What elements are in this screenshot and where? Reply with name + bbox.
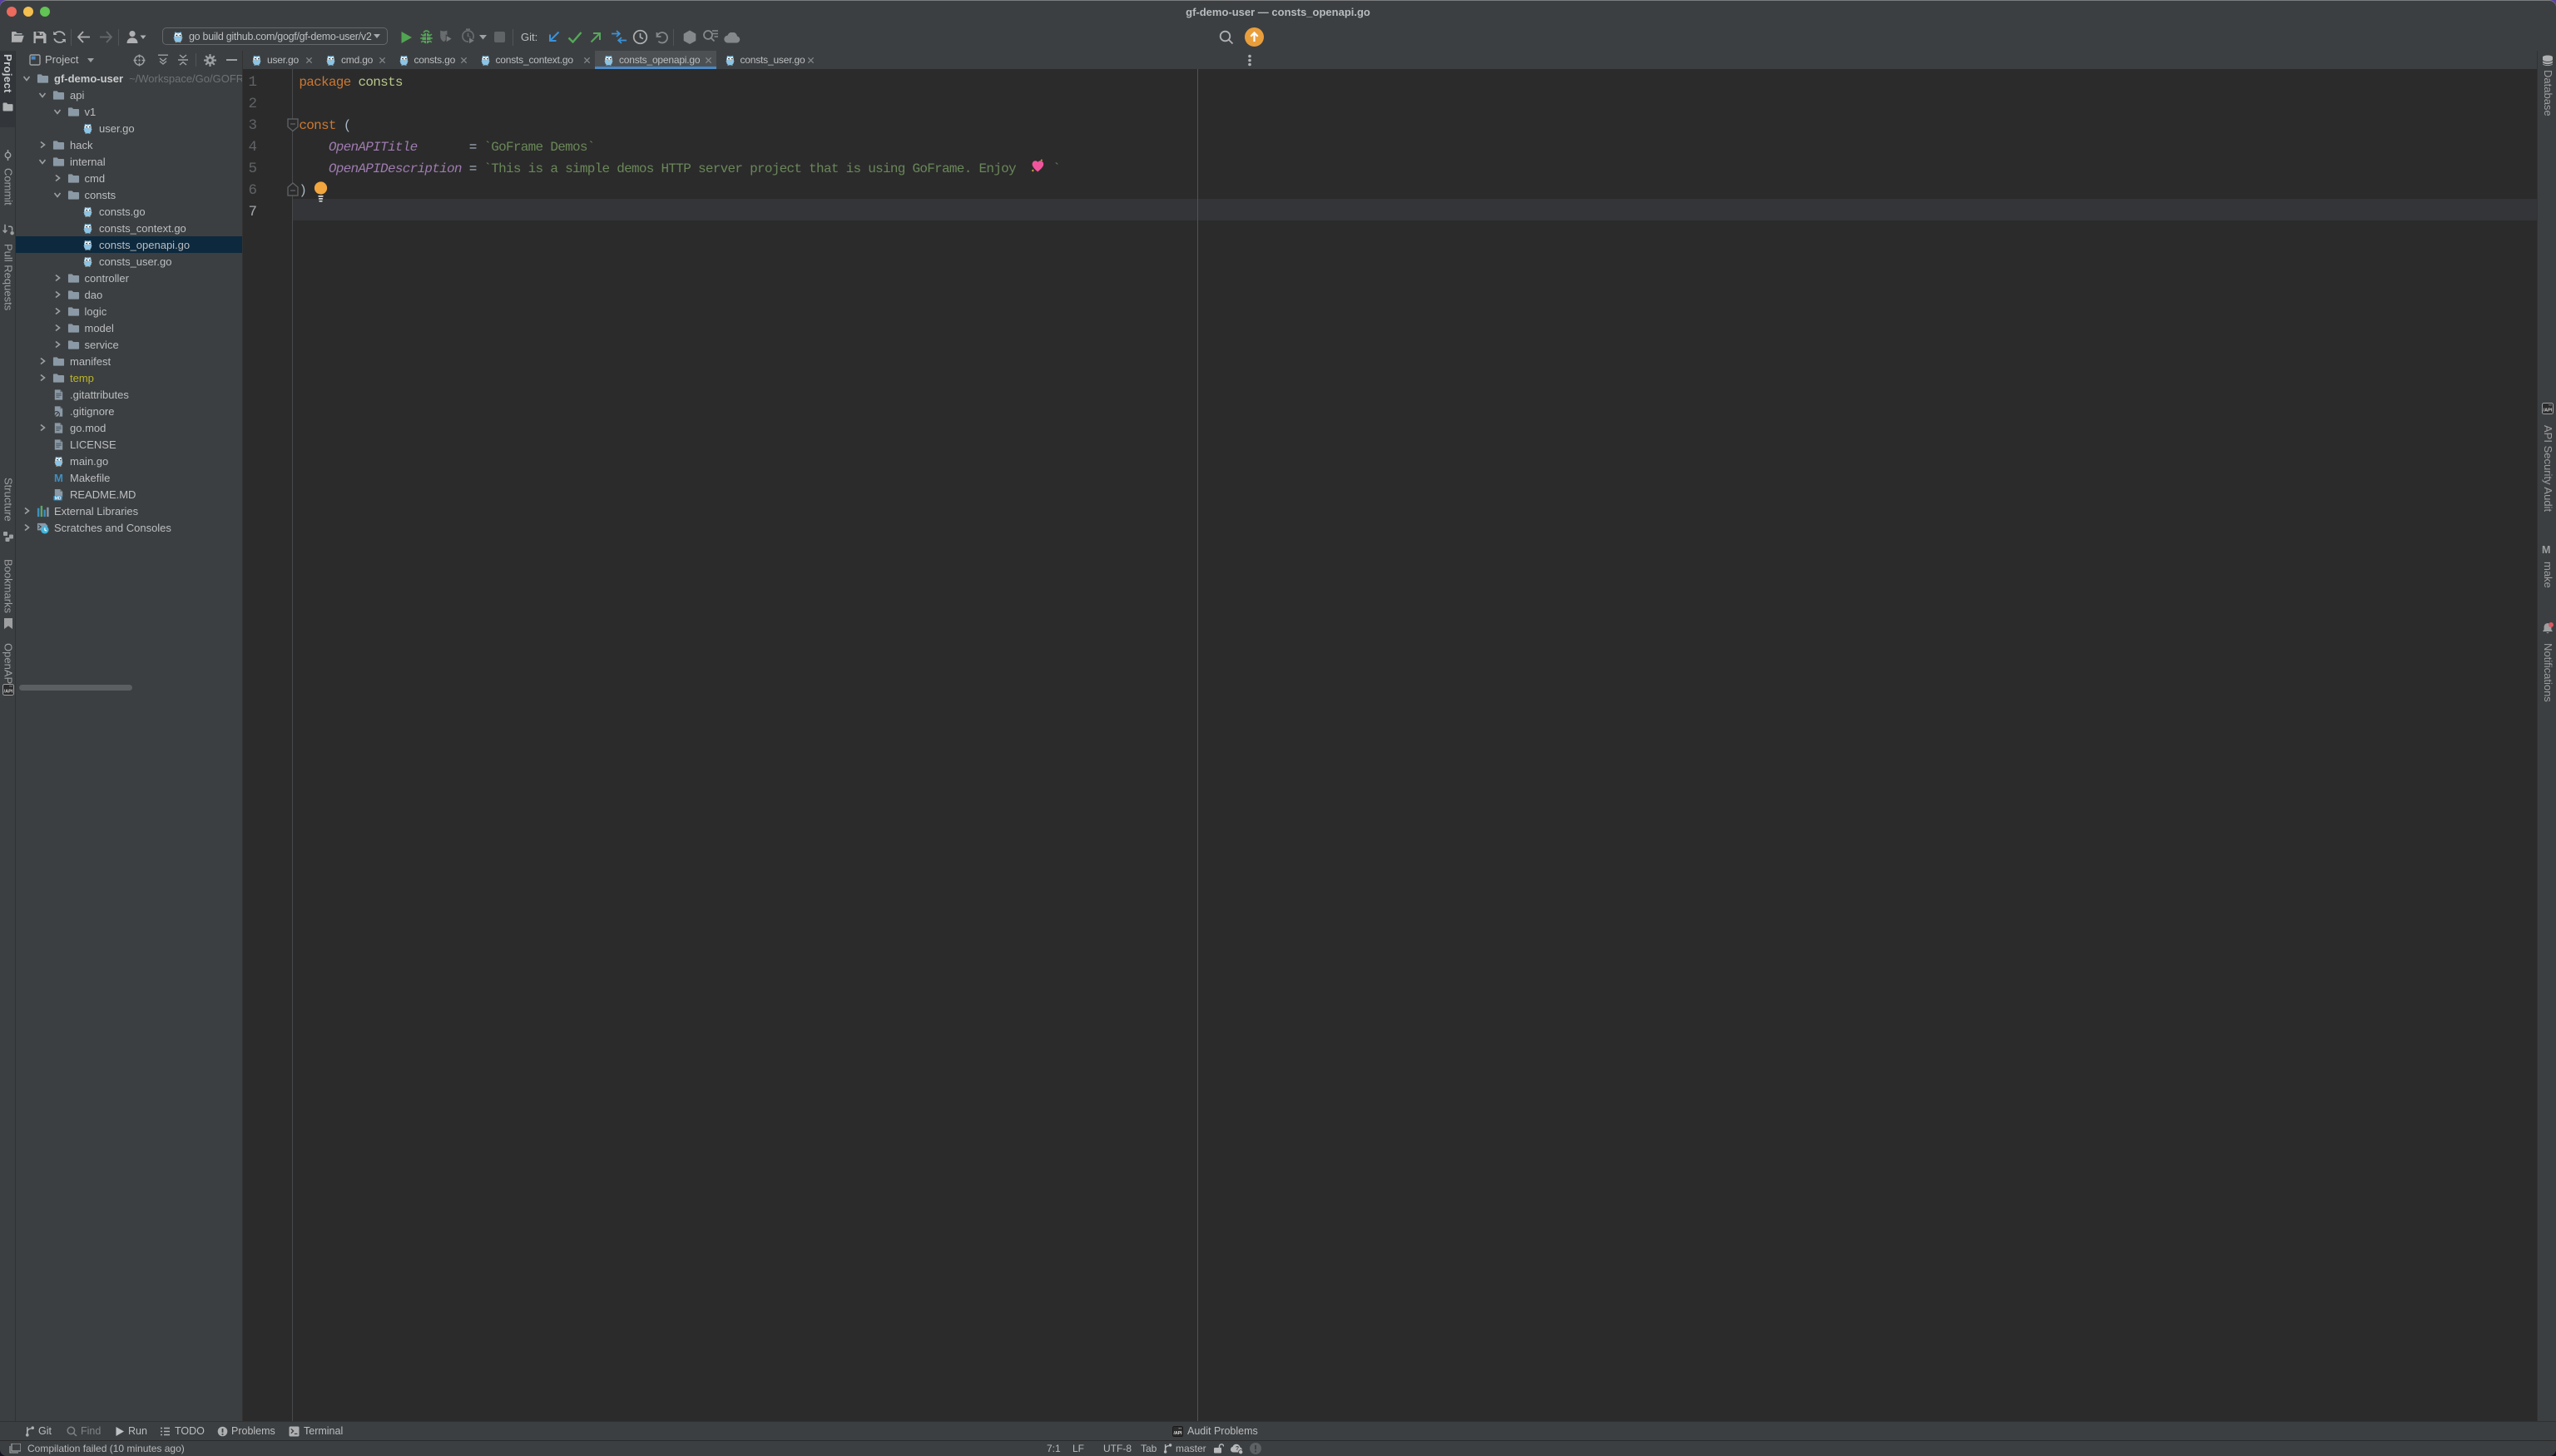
svg-text:/API: /API	[2544, 409, 2553, 414]
svg-text:/API: /API	[3, 690, 12, 695]
svg-text:/API: /API	[1173, 1431, 1182, 1436]
